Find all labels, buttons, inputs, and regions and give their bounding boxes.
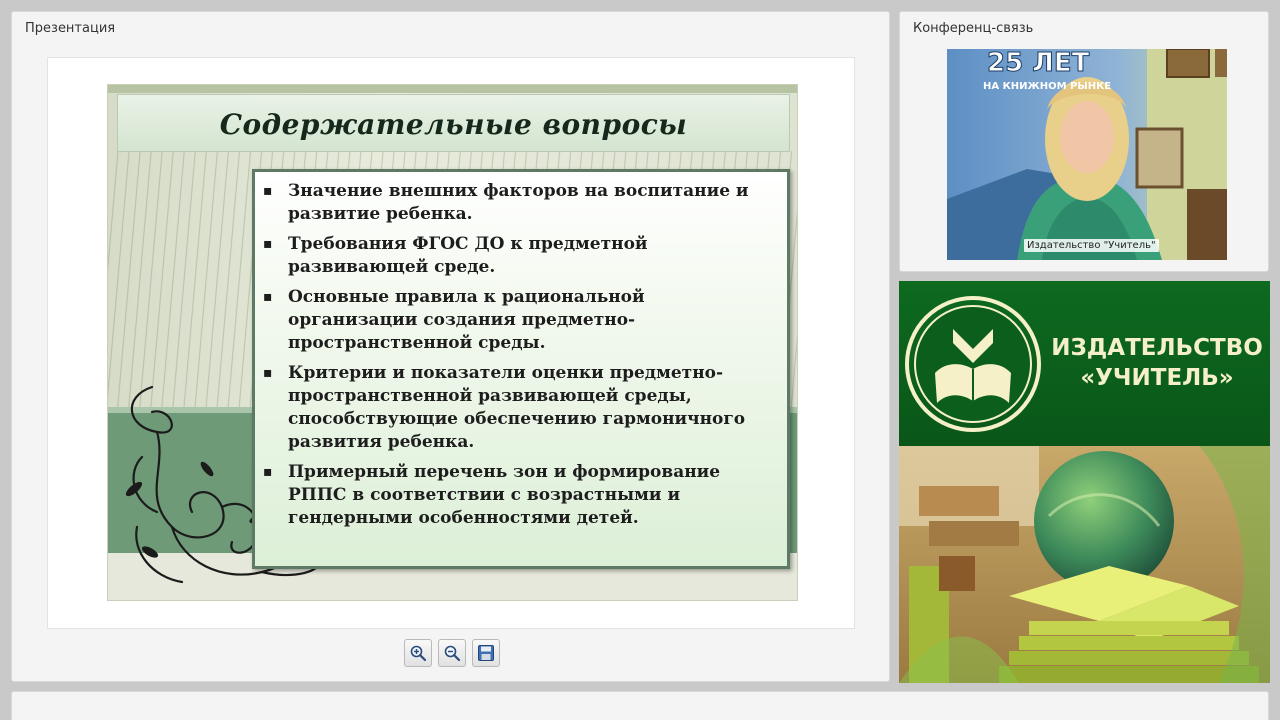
zoom-in-icon bbox=[410, 645, 427, 662]
publisher-name-line1: ИЗДАТЕЛЬСТВО bbox=[1051, 335, 1263, 361]
save-button[interactable] bbox=[472, 639, 500, 667]
zoom-out-button[interactable] bbox=[438, 639, 466, 667]
banner-text: 25 ЛЕТ bbox=[987, 49, 1090, 78]
slide-topline bbox=[108, 85, 797, 93]
books-globe-photo bbox=[899, 446, 1270, 683]
bottom-panel bbox=[11, 691, 1269, 720]
presentation-toolbar bbox=[404, 639, 500, 667]
video-frame-icon: 25 ЛЕТ НА КНИЖНОМ РЫНКЕ bbox=[947, 49, 1227, 260]
slide-title-bar: Содержательные вопросы bbox=[117, 94, 790, 152]
slide-content-box: Значение внешних факторов на воспитание … bbox=[252, 169, 790, 569]
publisher-logo-icon bbox=[905, 296, 1041, 432]
conference-panel-title: Конференц-связь bbox=[913, 21, 1034, 36]
banner-subtext: НА КНИЖНОМ РЫНКЕ bbox=[983, 81, 1111, 92]
zoom-in-button[interactable] bbox=[404, 639, 432, 667]
publisher-name-line2: «УЧИТЕЛЬ» bbox=[1080, 365, 1234, 391]
video-feed[interactable]: 25 ЛЕТ НА КНИЖНОМ РЫНКЕ Издательство "Уч… bbox=[947, 49, 1227, 260]
slide: Содержательные вопросы ▪ Значение внешни… bbox=[107, 84, 798, 601]
zoom-out-icon bbox=[444, 645, 461, 662]
slide-bullet: Критерии и показатели оценки предметно-п… bbox=[263, 362, 771, 454]
publisher-name: ИЗДАТЕЛЬСТВО «УЧИТЕЛЬ» bbox=[1051, 333, 1263, 393]
slide-bullet: Примерный перечень зон и формирование РП… bbox=[263, 461, 771, 530]
publisher-logo-area: ИЗДАТЕЛЬСТВО «УЧИТЕЛЬ» bbox=[899, 281, 1270, 446]
slide-bullet: Требования ФГОС ДО к предметной развиваю… bbox=[263, 233, 771, 279]
slide-frame: Содержательные вопросы ▪ Значение внешни… bbox=[47, 57, 855, 629]
slide-bullet: Значение внешних факторов на воспитание … bbox=[263, 180, 771, 226]
slide-bullet-list: Значение внешних факторов на воспитание … bbox=[255, 172, 787, 530]
books-globe-icon bbox=[899, 446, 1270, 683]
publisher-banner: ИЗДАТЕЛЬСТВО «УЧИТЕЛЬ» bbox=[899, 281, 1270, 683]
video-caption: Издательство "Учитель" bbox=[1024, 239, 1159, 252]
floppy-disk-icon bbox=[478, 645, 494, 661]
conference-panel: Конференц-связь 25 ЛЕТ НА КНИЖНОМ РЫНКЕ … bbox=[899, 11, 1269, 272]
presentation-panel: Презентация Содержательные вопросы ▪ Зна… bbox=[11, 11, 890, 682]
slide-bullet: Основные правила к рациональной организа… bbox=[263, 286, 771, 355]
presentation-panel-title: Презентация bbox=[25, 21, 116, 36]
slide-title: Содержательные вопросы bbox=[219, 108, 688, 141]
